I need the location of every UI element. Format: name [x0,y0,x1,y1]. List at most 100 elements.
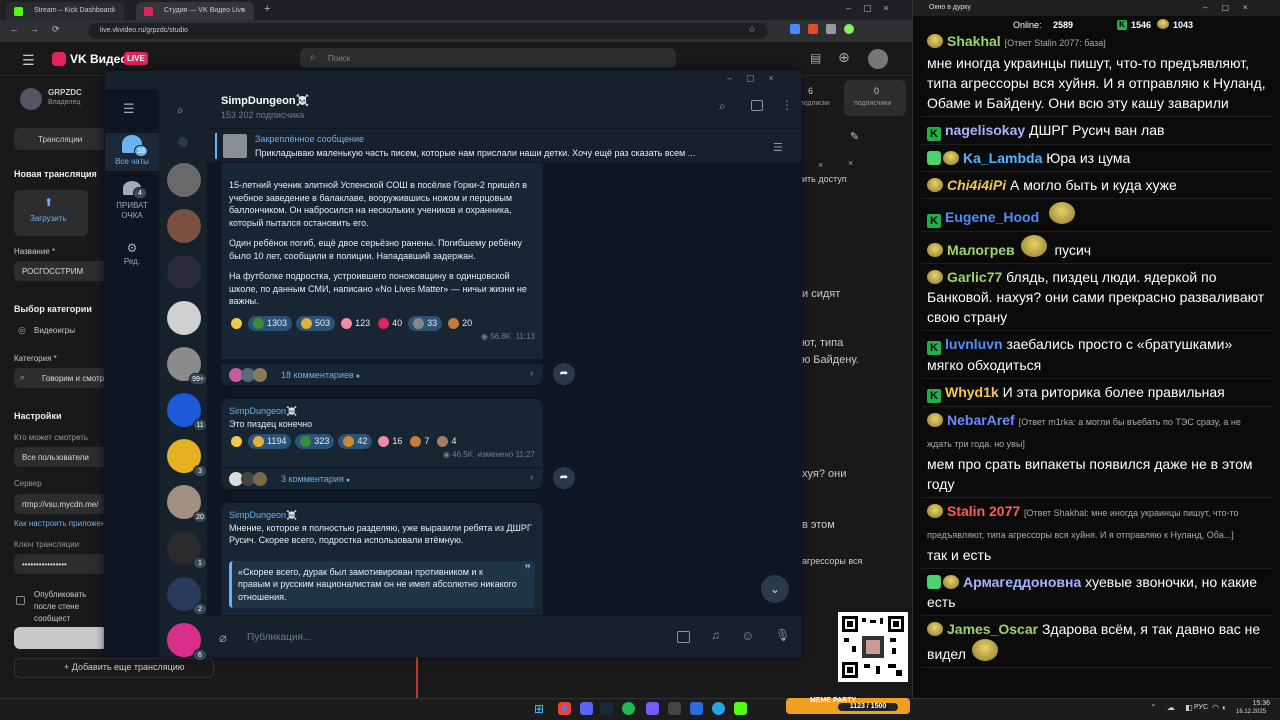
kick-icon[interactable] [734,702,747,715]
dismiss-icon[interactable]: × [818,160,823,170]
reaction-chip[interactable]: 4 [435,434,458,449]
close-icon[interactable]: × [241,6,246,15]
chat-avatar[interactable]: 99+ [167,347,207,385]
vk-logo-text[interactable]: VK Видео [70,52,128,66]
how-to-setup-link[interactable]: Как настроить приложение [14,519,106,528]
chat-avatar[interactable]: 1 [167,531,207,569]
category-field[interactable]: Говорим и смотрим [14,368,108,388]
chat-avatar[interactable]: 3 [167,439,207,477]
extension-icon[interactable] [790,24,800,34]
forward-icon[interactable]: → [30,24,39,34]
chat-username[interactable]: Eugene_Hood [945,209,1039,225]
emoji-icon[interactable]: ☺ [741,628,754,643]
folder-private[interactable]: 4 ПРИВАТ ОЧКА [105,179,159,229]
chat-username[interactable]: luvnluvn [945,336,1003,352]
app-icon[interactable] [646,702,659,715]
search-icon[interactable]: ⌕ [177,103,184,118]
share-button[interactable]: ➦ [553,467,575,489]
channel-title[interactable]: SimpDungeon☠️ [221,94,309,107]
search-icon[interactable]: ⌕ [719,99,726,114]
tab-vk-studio[interactable]: Студия — VK Видео Live × [136,2,254,20]
calendar-icon[interactable] [677,631,690,643]
pinned-list-icon[interactable]: ☰ [773,141,783,154]
chat-avatar[interactable]: 20 [167,485,207,523]
post-author[interactable]: SimpDungeon☠️ [229,405,535,418]
chat-username[interactable]: Stalin 2077 [947,503,1020,519]
reaction-chip[interactable] [229,316,244,331]
chat-avatar[interactable] [167,209,201,243]
chat-username[interactable]: James_Oscar [947,621,1038,637]
folder-edit[interactable]: ⚙ Ред. [105,241,159,275]
reaction-chip[interactable]: 323 [295,434,335,449]
chat-avatar[interactable]: 2 [167,577,207,615]
studio-icon[interactable]: ▤ [810,51,821,65]
profile-icon[interactable] [844,24,854,34]
app-icon[interactable] [668,702,681,715]
telegram-icon[interactable] [712,702,725,715]
chat-username[interactable]: Малогрев [947,242,1015,258]
clock-time[interactable]: 15:36 [1248,700,1270,707]
archive-icon[interactable] [178,137,188,147]
chat-username[interactable]: Shakhal [947,33,1001,49]
reaction-chip[interactable]: 20 [446,316,474,331]
publish-checkbox[interactable] [16,596,25,605]
chat-avatar[interactable] [167,163,201,197]
reaction-chip[interactable]: 123 [339,316,372,331]
window-controls[interactable]: –▢× [846,3,901,14]
windows-start-icon[interactable]: ⊞ [534,702,544,716]
start-stream-button[interactable] [14,627,108,649]
scroll-down-button[interactable]: ⌄ [761,575,789,603]
who-can-watch-select[interactable]: Все пользователи [14,447,108,467]
server-field[interactable]: rtmp://vsu.mycdn.me/ [14,494,108,514]
comments-button[interactable]: 18 комментариев ● › [221,363,543,385]
chat-avatar[interactable]: 6 [167,623,207,661]
menu-icon[interactable]: ☰ [123,101,135,117]
reload-icon[interactable]: ⟳ [52,24,60,35]
chat-avatar[interactable] [167,255,201,289]
chrome-icon[interactable] [558,702,571,715]
extension-icon[interactable] [826,24,836,34]
media-player-icon[interactable] [690,702,703,715]
reaction-chip[interactable]: 7 [408,434,431,449]
reaction-chip[interactable]: 42 [338,434,373,449]
extension-icon[interactable] [808,24,818,34]
pin-icon[interactable]: ✎ [850,130,859,143]
category-option[interactable]: Видеоигры [34,326,75,335]
vk-search-input[interactable]: Поиск [300,48,676,68]
close-icon[interactable]: × [111,6,116,15]
bell-icon[interactable]: ♫ [711,628,720,642]
reaction-chip[interactable]: 503 [296,315,336,331]
clock-date[interactable]: 16.12.2025 [1236,709,1266,715]
tab-kick[interactable]: Stream – Kick Dashboard × [6,2,124,20]
reaction-chip[interactable]: 33 [408,315,443,331]
mic-icon[interactable]: 🎙 [775,628,790,642]
url-field[interactable]: live.vkvideo.ru/grpzdc/studio [88,23,768,39]
window-controls[interactable]: –▢× [727,73,788,84]
chat-username[interactable]: Chi4i4iPi [947,177,1006,193]
new-tab-button[interactable]: + [264,3,270,15]
stream-key-field[interactable]: •••••••••••••••• [14,554,108,574]
close-icon[interactable]: × [848,158,853,168]
chat-username[interactable]: Ka_Lambda [963,150,1042,166]
avatar[interactable] [868,49,888,69]
discord-icon[interactable] [580,702,593,715]
back-icon[interactable]: ← [10,24,19,34]
chat-username[interactable]: Garlic77 [947,269,1002,285]
reaction-chip[interactable] [229,434,244,449]
network-icon[interactable]: ◠ ◖ [1212,703,1226,712]
columns-icon[interactable] [751,100,763,111]
chat-avatar[interactable]: 11 [167,393,207,431]
stream-name-field[interactable]: РОСГОССТРИМ [14,261,108,281]
more-icon[interactable]: ⋮ [781,98,793,112]
chat-username[interactable]: Whyd1k [945,384,999,400]
chat-username[interactable]: Армагеддоновна [963,574,1081,590]
menu-icon[interactable]: ☰ [22,52,35,69]
chat-avatar[interactable] [167,301,201,335]
steam-icon[interactable] [600,702,613,715]
bookmark-star-icon[interactable]: ☆ [748,24,756,35]
language-indicator[interactable]: РУС [1194,704,1208,711]
tray-icons[interactable]: ⌃ ☁ ◧ [1150,703,1197,712]
chat-username[interactable]: nagelisokay [945,122,1025,138]
spotify-icon[interactable] [622,702,635,715]
reaction-chip[interactable]: 40 [376,316,404,331]
